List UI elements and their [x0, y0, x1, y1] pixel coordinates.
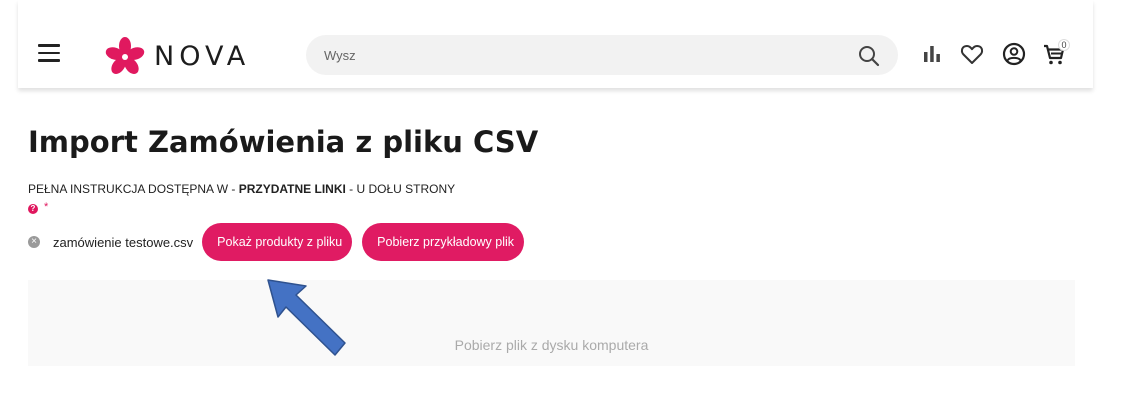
remove-file-icon[interactable]: ×	[28, 236, 40, 248]
search-input[interactable]	[306, 35, 846, 75]
logo-text: NOVA	[154, 40, 251, 72]
required-mark: *	[44, 201, 49, 213]
show-products-button[interactable]: Pokaż produkty z pliku	[202, 223, 353, 261]
search-bar	[306, 35, 898, 75]
flower-logo-icon	[105, 37, 145, 74]
heart-icon[interactable]	[960, 42, 984, 66]
help-row: ? *	[28, 202, 48, 214]
annotation-arrow-icon	[267, 279, 346, 356]
dropzone-text: Pobierz plik z dysku komputera	[454, 337, 649, 353]
instructions-prefix: PEŁNA INSTRUKCJA DOSTĘPNA W -	[28, 182, 239, 196]
useful-links-link[interactable]: PRZYDATNE LINKI	[239, 182, 346, 196]
instructions-text: PEŁNA INSTRUKCJA DOSTĘPNA W - PRZYDATNE …	[28, 182, 455, 196]
selected-file-row: × zamówienie testowe.csv Pokaż produkty …	[28, 223, 525, 261]
search-icon[interactable]	[858, 45, 880, 67]
user-icon[interactable]	[1002, 42, 1026, 66]
logo[interactable]: NOVA	[104, 36, 250, 76]
site-header: NOVA 0	[18, 0, 1093, 88]
file-name: zamówienie testowe.csv	[53, 234, 194, 250]
page-title: Import Zamówienia z pliku CSV	[28, 125, 539, 159]
cart-count-badge: 0	[1058, 39, 1070, 51]
instructions-suffix: - U DOŁU STRONY	[345, 182, 456, 196]
compare-chart-icon[interactable]	[920, 42, 944, 66]
file-dropzone[interactable]: Pobierz plik z dysku komputera	[28, 280, 1075, 366]
menu-icon[interactable]	[38, 44, 60, 62]
download-sample-button[interactable]: Pobierz przykładowy plik	[362, 223, 525, 261]
help-icon[interactable]: ?	[28, 204, 38, 214]
